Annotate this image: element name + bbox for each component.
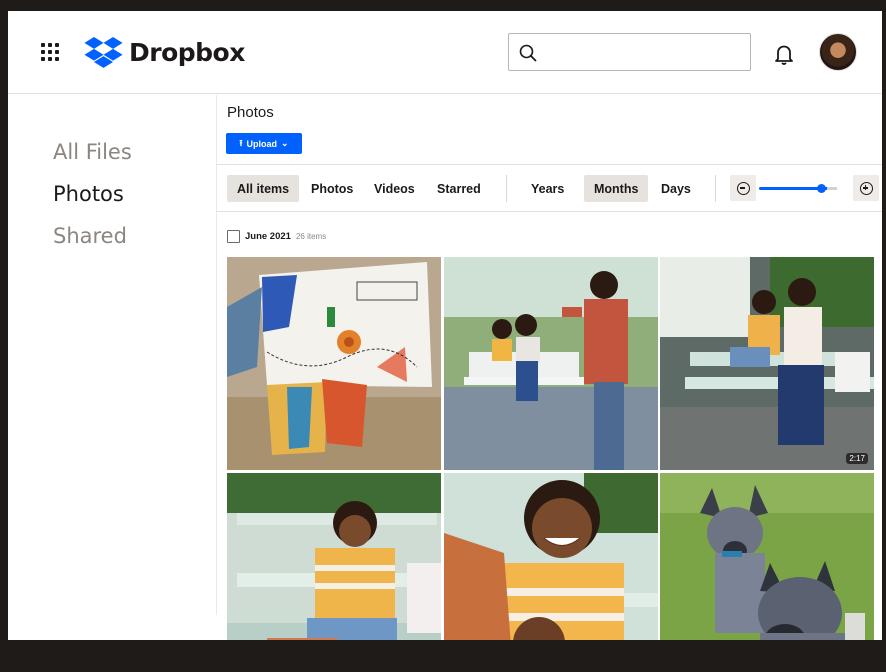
boy-smiling-closeup-photo[interactable] bbox=[444, 473, 658, 640]
zoom-slider-handle[interactable] bbox=[817, 184, 826, 193]
filter-starred[interactable]: Starred bbox=[427, 175, 491, 202]
art-collage-photo[interactable] bbox=[227, 257, 441, 470]
cattle-dogs-photo[interactable] bbox=[660, 473, 874, 640]
mother-son-image bbox=[660, 257, 874, 470]
boy-on-bench-photo[interactable] bbox=[227, 473, 441, 640]
video-duration-badge: 2:17 bbox=[846, 453, 868, 464]
zoom-slider-track bbox=[827, 187, 837, 190]
filter-photos[interactable]: Photos bbox=[301, 175, 363, 202]
scale-years[interactable]: Years bbox=[521, 175, 574, 202]
upload-button[interactable]: ⭱ Upload ⌄ bbox=[226, 133, 302, 154]
avatar[interactable] bbox=[819, 33, 857, 71]
sidebar-item-photos[interactable]: Photos bbox=[53, 182, 124, 206]
toolbar-divider bbox=[506, 175, 507, 202]
boy-closeup-image bbox=[444, 473, 658, 640]
family-porch-swing-photo[interactable] bbox=[444, 257, 658, 470]
search-input[interactable] bbox=[545, 42, 740, 62]
scale-months[interactable]: Months bbox=[584, 175, 649, 202]
toolbar-divider bbox=[715, 175, 716, 202]
top-bar: Dropbox bbox=[8, 11, 882, 94]
upload-button-label: Upload bbox=[246, 138, 278, 149]
photos-toolbar: All items Photos Videos Starred Years Mo… bbox=[217, 164, 882, 212]
app-name: Dropbox bbox=[129, 37, 245, 67]
scale-days[interactable]: Days bbox=[651, 175, 701, 202]
sidebar: All Files Photos Shared bbox=[8, 95, 216, 640]
filter-videos[interactable]: Videos bbox=[364, 175, 425, 202]
search-icon bbox=[519, 44, 537, 62]
main-content: Photos ⭱ Upload ⌄ All items Photos Video… bbox=[217, 95, 882, 640]
dropbox-logo-icon bbox=[84, 37, 123, 68]
sidebar-item-all-files[interactable]: All Files bbox=[53, 140, 132, 164]
filter-all-items[interactable]: All items bbox=[227, 175, 300, 202]
zoom-slider[interactable] bbox=[759, 184, 837, 193]
boy-bench-image bbox=[227, 473, 441, 640]
upload-arrow-icon: ⭱ bbox=[239, 137, 243, 148]
select-group-checkbox[interactable] bbox=[227, 230, 240, 243]
search-box[interactable] bbox=[508, 33, 751, 71]
month-group-header: June 2021 26 items bbox=[227, 230, 326, 243]
cattle-dogs-image bbox=[660, 473, 874, 640]
page-title: Photos bbox=[227, 104, 274, 121]
apps-grid-icon[interactable] bbox=[41, 43, 60, 62]
group-title: June 2021 bbox=[245, 231, 291, 242]
chevron-down-icon: ⌄ bbox=[281, 138, 289, 148]
group-count: 26 items bbox=[295, 232, 327, 241]
zoom-in-button[interactable] bbox=[853, 175, 879, 201]
sidebar-item-shared[interactable]: Shared bbox=[53, 224, 127, 248]
app-window: Dropbox All Files Photos Shared Photos ⭱… bbox=[8, 11, 882, 640]
zoom-in-icon bbox=[859, 181, 873, 195]
art-collage-image bbox=[227, 257, 441, 470]
family-porch-image bbox=[444, 257, 658, 470]
dropbox-logo[interactable]: Dropbox bbox=[84, 36, 245, 68]
mother-son-swing-video[interactable]: 2:17 bbox=[660, 257, 874, 470]
zoom-out-icon bbox=[736, 181, 750, 195]
bell-icon[interactable] bbox=[772, 42, 796, 66]
zoom-out-button[interactable] bbox=[730, 175, 756, 201]
